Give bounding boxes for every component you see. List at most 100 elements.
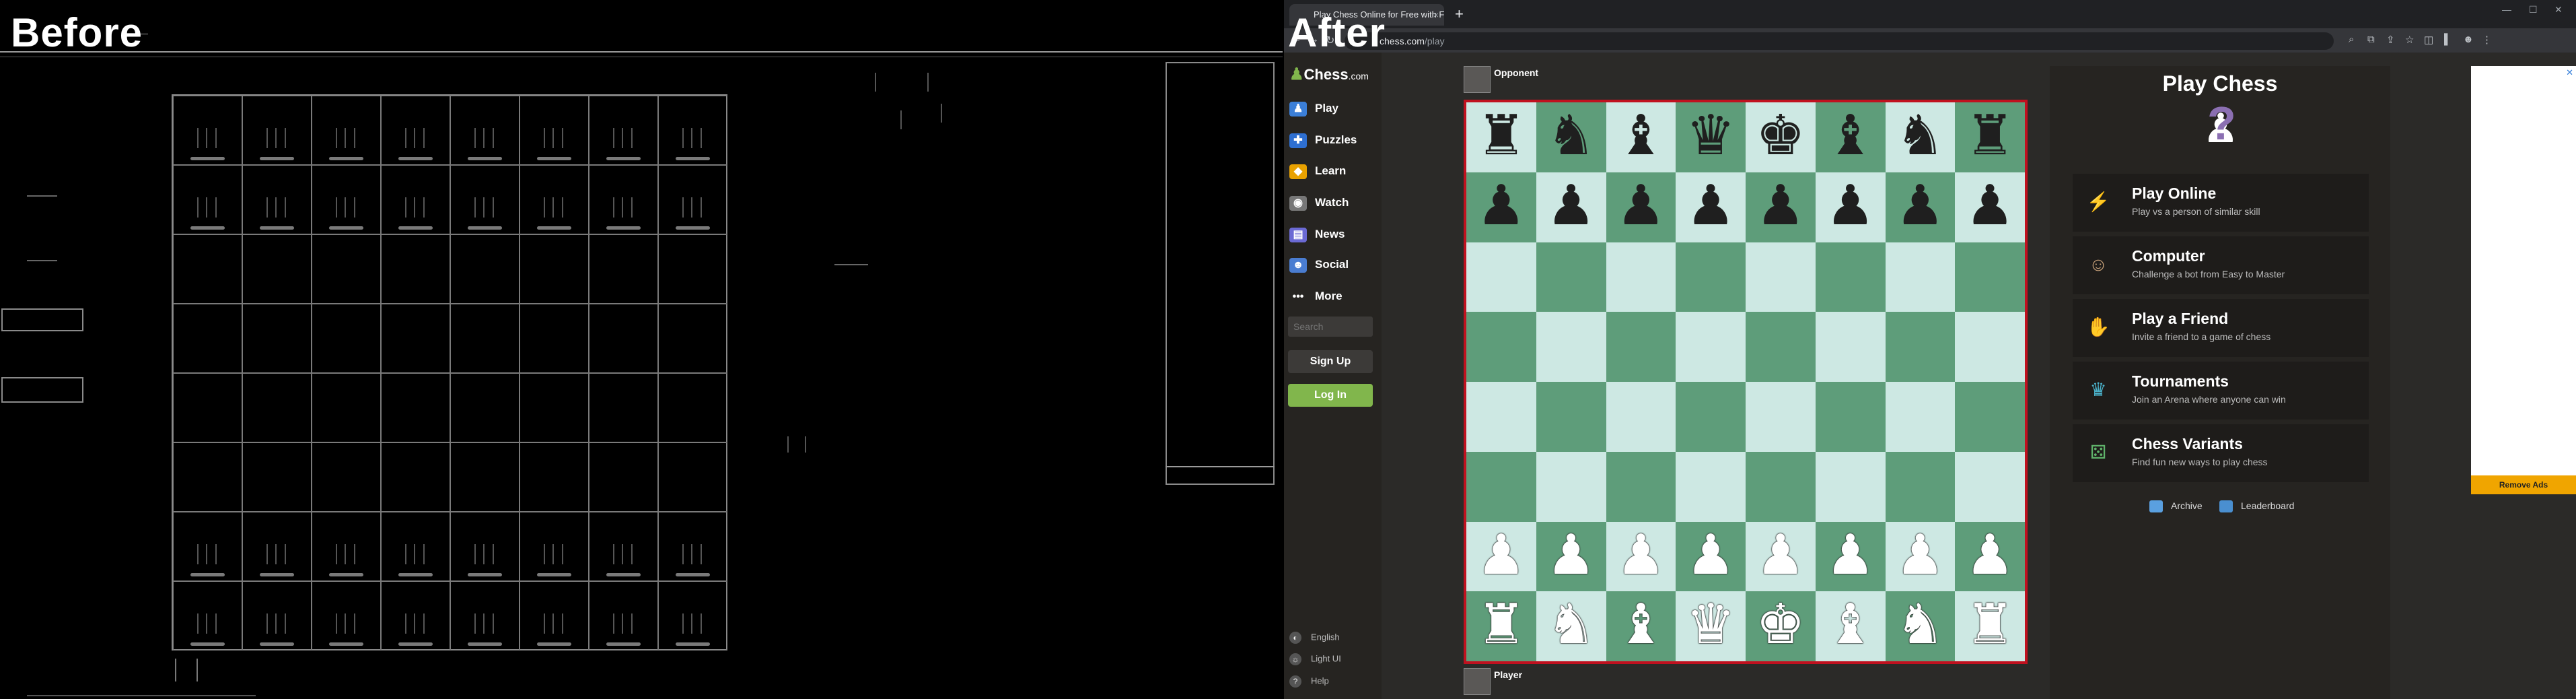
- board-square[interactable]: [1606, 382, 1676, 452]
- help-link[interactable]: ? Help: [1289, 675, 1329, 688]
- white-king-piece[interactable]: ♚: [1746, 591, 1816, 661]
- chess-com-logo[interactable]: ♟Chess.com: [1289, 65, 1369, 84]
- board-square[interactable]: [1676, 242, 1746, 312]
- extensions-icon[interactable]: ◫: [2424, 34, 2433, 46]
- board-square[interactable]: [1746, 451, 1816, 522]
- black-pawn-piece[interactable]: ♟: [1536, 172, 1606, 242]
- board-square[interactable]: [1466, 451, 1536, 522]
- black-rook-piece[interactable]: ♜: [1466, 102, 1536, 172]
- board-square[interactable]: [1746, 242, 1816, 312]
- tab-close-icon[interactable]: ×: [1433, 4, 1439, 26]
- language-link[interactable]: ◐ English: [1289, 632, 1340, 644]
- archive-link[interactable]: Archive: [2149, 500, 2203, 513]
- white-pawn-piece[interactable]: ♟: [1536, 522, 1606, 592]
- black-pawn-piece[interactable]: ♟: [1676, 172, 1746, 242]
- black-pawn-piece[interactable]: ♟: [1886, 172, 1956, 242]
- play-option-tournaments[interactable]: ♛ Tournaments Join an Arena where anyone c…: [2073, 362, 2369, 420]
- board-square[interactable]: [1815, 451, 1886, 522]
- white-rook-piece[interactable]: ♜: [1955, 591, 2025, 661]
- profile-icon[interactable]: ☻: [2463, 34, 2474, 45]
- window-close-icon[interactable]: ✕: [2554, 4, 2563, 15]
- sidebar-item-more[interactable]: ••• More: [1289, 285, 1377, 308]
- white-rook-piece[interactable]: ♜: [1466, 591, 1536, 661]
- white-pawn-piece[interactable]: ♟: [1746, 522, 1816, 592]
- board-square[interactable]: [1536, 312, 1606, 382]
- black-bishop-piece[interactable]: ♝: [1606, 102, 1676, 172]
- board-square[interactable]: [1536, 382, 1606, 452]
- black-queen-piece[interactable]: ♛: [1676, 102, 1746, 172]
- install-icon[interactable]: ⧉: [2367, 34, 2375, 45]
- board-square[interactable]: [1885, 451, 1956, 522]
- white-bishop-piece[interactable]: ♝: [1606, 591, 1676, 661]
- search-input[interactable]: [1288, 317, 1373, 337]
- play-option-chess-variants[interactable]: ⚄ Chess Variants Find fun new ways to play…: [2073, 424, 2369, 482]
- black-pawn-piece[interactable]: ♟: [1955, 172, 2025, 242]
- zoom-icon[interactable]: ⌕: [2349, 34, 2354, 45]
- opponent-avatar[interactable]: [1464, 66, 1491, 93]
- white-knight-piece[interactable]: ♞: [1886, 591, 1956, 661]
- bookmark-star-icon[interactable]: ☆: [2405, 34, 2414, 46]
- black-rook-piece[interactable]: ♜: [1955, 102, 2025, 172]
- white-pawn-piece[interactable]: ♟: [1886, 522, 1956, 592]
- board-square[interactable]: [1815, 312, 1886, 382]
- black-knight-piece[interactable]: ♞: [1886, 102, 1956, 172]
- black-pawn-piece[interactable]: ♟: [1746, 172, 1816, 242]
- sidebar-item-news[interactable]: ▤ News: [1289, 223, 1377, 246]
- side-panel-icon[interactable]: ▌: [2444, 34, 2452, 45]
- white-knight-piece[interactable]: ♞: [1536, 591, 1606, 661]
- sidebar-item-puzzles[interactable]: ✚ Puzzles: [1289, 129, 1377, 152]
- chess-board[interactable]: ♜ ♞ ♝ ♛ ♚ ♝ ♞ ♜ ♟ ♟ ♟ ♟ ♟ ♟ ♟ ♟ ♟ ♟ ♟ ♟ ♟ ♟ ♟ ♟ ♜ ♞ ♝ ♛ ♚ ♝ ♞ ♜: [1464, 100, 2028, 664]
- white-pawn-piece[interactable]: ♟: [1676, 522, 1746, 592]
- new-tab-button[interactable]: +: [1455, 5, 1464, 23]
- black-king-piece[interactable]: ♚: [1746, 102, 1816, 172]
- menu-icon[interactable]: ⋮: [2482, 34, 2492, 46]
- board-square[interactable]: [1606, 451, 1676, 522]
- board-square[interactable]: [1676, 382, 1746, 452]
- ad-close-icon[interactable]: ✕: [2566, 67, 2573, 78]
- board-square[interactable]: [1815, 382, 1886, 452]
- black-pawn-piece[interactable]: ♟: [1466, 172, 1536, 242]
- board-square[interactable]: [1536, 451, 1606, 522]
- player-avatar[interactable]: [1464, 668, 1491, 695]
- white-queen-piece[interactable]: ♛: [1676, 591, 1746, 661]
- board-square[interactable]: [1536, 242, 1606, 312]
- board-square[interactable]: [1466, 312, 1536, 382]
- board-square[interactable]: [1955, 451, 2025, 522]
- play-option-play-online[interactable]: ⚡ Play Online Play vs a person of similar …: [2073, 174, 2369, 232]
- black-knight-piece[interactable]: ♞: [1536, 102, 1606, 172]
- board-square[interactable]: [1676, 312, 1746, 382]
- board-square[interactable]: [1466, 242, 1536, 312]
- sign-up-button[interactable]: Sign Up: [1288, 350, 1373, 373]
- maximize-icon[interactable]: ☐: [2529, 4, 2538, 15]
- board-square[interactable]: [1746, 312, 1816, 382]
- play-option-computer[interactable]: ☺ Computer Challenge a bot from Easy to Ma…: [2073, 236, 2369, 294]
- white-pawn-piece[interactable]: ♟: [1466, 522, 1536, 592]
- board-square[interactable]: [1885, 382, 1956, 452]
- board-square[interactable]: [1955, 242, 2025, 312]
- share-icon[interactable]: ⇪: [2386, 34, 2395, 46]
- white-bishop-piece[interactable]: ♝: [1816, 591, 1886, 661]
- board-square[interactable]: [1955, 382, 2025, 452]
- log-in-button[interactable]: Log In: [1288, 384, 1373, 407]
- player-name[interactable]: Player: [1494, 669, 1522, 680]
- board-square[interactable]: [1955, 312, 2025, 382]
- light-ui-link[interactable]: ☼ Light UI: [1289, 653, 1341, 665]
- white-pawn-piece[interactable]: ♟: [1606, 522, 1676, 592]
- leaderboard-link[interactable]: Leaderboard: [2219, 500, 2294, 513]
- board-square[interactable]: [1885, 242, 1956, 312]
- minimize-icon[interactable]: —: [2502, 4, 2511, 15]
- board-square[interactable]: [1676, 451, 1746, 522]
- black-bishop-piece[interactable]: ♝: [1816, 102, 1886, 172]
- sidebar-item-watch[interactable]: ◉ Watch: [1289, 191, 1377, 214]
- play-option-play-a-friend[interactable]: ✋ Play a Friend Invite a friend to a game …: [2073, 299, 2369, 357]
- board-square[interactable]: [1466, 382, 1536, 452]
- opponent-name[interactable]: Opponent: [1494, 67, 1538, 78]
- white-pawn-piece[interactable]: ♟: [1955, 522, 2025, 592]
- board-square[interactable]: [1746, 382, 1816, 452]
- black-pawn-piece[interactable]: ♟: [1606, 172, 1676, 242]
- remove-ads-button[interactable]: Remove Ads: [2471, 475, 2576, 494]
- board-square[interactable]: [1606, 242, 1676, 312]
- white-pawn-piece[interactable]: ♟: [1816, 522, 1886, 592]
- sidebar-item-play[interactable]: ♟ Play: [1289, 97, 1377, 120]
- sidebar-item-learn[interactable]: ◆ Learn: [1289, 160, 1377, 182]
